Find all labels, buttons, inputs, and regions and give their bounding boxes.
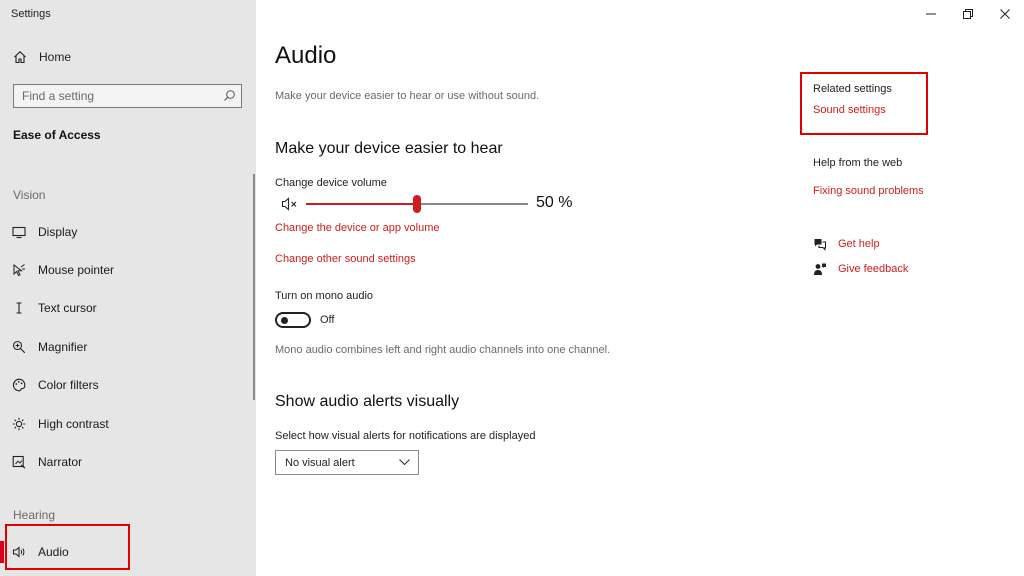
mouse-pointer-icon bbox=[12, 263, 26, 277]
sidebar-item-label: Display bbox=[38, 225, 78, 239]
home-icon bbox=[14, 51, 26, 64]
mono-audio-state: Off bbox=[320, 314, 335, 326]
sidebar-item-narrator[interactable]: Narrator bbox=[12, 452, 82, 472]
get-help-link[interactable]: Get help bbox=[813, 237, 880, 251]
high-contrast-icon bbox=[12, 417, 26, 431]
app-title: Settings bbox=[11, 8, 51, 20]
section-title: Ease of Access bbox=[13, 128, 101, 142]
get-help-icon bbox=[813, 237, 827, 251]
close-icon bbox=[1000, 9, 1010, 19]
sidebar-item-label: Text cursor bbox=[38, 301, 97, 315]
highlight-box-audio bbox=[5, 524, 130, 570]
minimize-button[interactable] bbox=[917, 4, 945, 24]
get-help-label: Get help bbox=[838, 238, 880, 250]
sidebar-item-label: Home bbox=[39, 50, 72, 64]
text-cursor-icon bbox=[12, 301, 26, 315]
chevron-down-icon bbox=[399, 459, 410, 466]
search-icon[interactable] bbox=[223, 89, 236, 102]
visual-alert-label: Select how visual alerts for notificatio… bbox=[275, 430, 536, 442]
mute-icon[interactable] bbox=[281, 196, 299, 212]
sidebar-item-home[interactable]: Home bbox=[13, 50, 71, 64]
sidebar-item-label: Narrator bbox=[38, 455, 83, 469]
mono-audio-toggle[interactable] bbox=[275, 312, 311, 328]
page-title: Audio bbox=[275, 42, 337, 69]
help-from-web-heading: Help from the web bbox=[813, 157, 903, 169]
restore-icon bbox=[963, 9, 973, 19]
visual-alert-dropdown[interactable]: No visual alert bbox=[275, 450, 419, 475]
sidebar-item-color-filters[interactable]: Color filters bbox=[12, 375, 99, 395]
sidebar-item-label: Magnifier bbox=[38, 340, 88, 354]
change-app-volume-link[interactable]: Change the device or app volume bbox=[275, 222, 440, 234]
mono-audio-label: Turn on mono audio bbox=[275, 290, 374, 302]
close-button[interactable] bbox=[991, 4, 1019, 24]
sidebar-item-display[interactable]: Display bbox=[12, 222, 77, 242]
minimize-icon bbox=[926, 13, 936, 15]
search-input[interactable] bbox=[14, 89, 214, 103]
highlight-box-related bbox=[800, 72, 928, 135]
display-icon bbox=[12, 225, 26, 239]
section-heading-hear: Make your device easier to hear bbox=[275, 140, 503, 157]
volume-value: 50 % bbox=[536, 194, 573, 211]
section-heading-alerts: Show audio alerts visually bbox=[275, 393, 460, 410]
slider-fill bbox=[306, 203, 417, 205]
color-filters-icon bbox=[12, 378, 26, 392]
sidebar-item-magnifier[interactable]: Magnifier bbox=[12, 337, 87, 357]
volume-slider[interactable] bbox=[306, 195, 528, 213]
sidebar: Settings Home Ease of Access Vision Disp… bbox=[0, 0, 256, 576]
toggle-knob bbox=[281, 317, 288, 324]
give-feedback-label: Give feedback bbox=[838, 263, 909, 275]
narrator-icon bbox=[12, 455, 26, 469]
search-box[interactable] bbox=[13, 84, 242, 108]
volume-label: Change device volume bbox=[275, 177, 387, 189]
active-indicator bbox=[0, 541, 4, 563]
sidebar-item-label: Color filters bbox=[38, 378, 99, 392]
group-label-hearing: Hearing bbox=[13, 508, 56, 522]
group-label-vision: Vision bbox=[13, 188, 46, 202]
magnifier-icon bbox=[12, 340, 26, 354]
fixing-sound-link[interactable]: Fixing sound problems bbox=[813, 185, 924, 197]
sidebar-item-mouse-pointer[interactable]: Mouse pointer bbox=[12, 260, 114, 280]
feedback-icon bbox=[813, 262, 827, 276]
sidebar-item-label: Mouse pointer bbox=[38, 263, 115, 277]
sidebar-item-label: High contrast bbox=[38, 417, 109, 431]
sidebar-scrollbar[interactable] bbox=[253, 174, 255, 400]
dropdown-value: No visual alert bbox=[285, 456, 355, 469]
change-other-sound-link[interactable]: Change other sound settings bbox=[275, 253, 416, 265]
restore-button[interactable] bbox=[954, 4, 982, 24]
sidebar-item-text-cursor[interactable]: Text cursor bbox=[12, 298, 97, 318]
sidebar-item-high-contrast[interactable]: High contrast bbox=[12, 414, 109, 434]
slider-thumb[interactable] bbox=[413, 195, 421, 213]
mono-audio-description: Mono audio combines left and right audio… bbox=[275, 344, 611, 356]
page-subtitle: Make your device easier to hear or use w… bbox=[275, 90, 540, 102]
give-feedback-link[interactable]: Give feedback bbox=[813, 262, 908, 276]
